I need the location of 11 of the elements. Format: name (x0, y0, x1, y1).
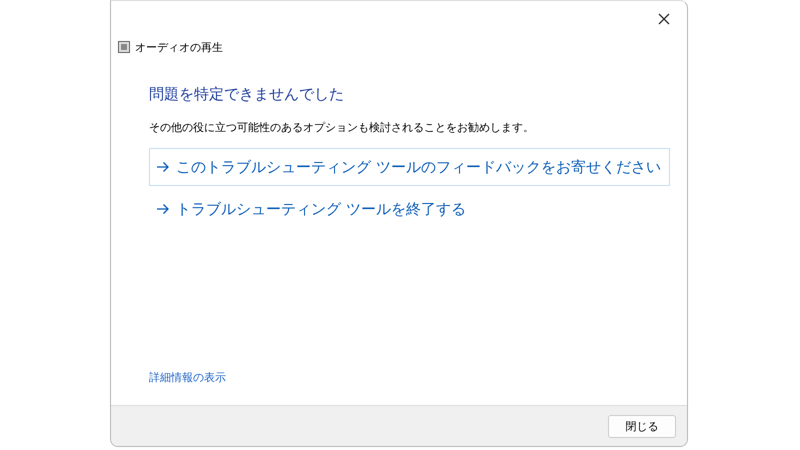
heading: 問題を特定できませんでした (149, 85, 345, 105)
option-link[interactable]: トラブルシューティング ツールを終了する (149, 190, 670, 228)
window-title: オーディオの再生 (135, 40, 223, 54)
close-dialog-button[interactable]: 閉じる (608, 414, 676, 438)
description: その他の役に立つ可能性のあるオプションも検討されることをお勧めします。 (149, 120, 535, 135)
close-icon (658, 13, 670, 25)
option-link[interactable]: このトラブルシューティング ツールのフィードバックをお寄せください (149, 148, 670, 186)
arrow-icon (156, 203, 170, 215)
arrow-icon (156, 161, 170, 173)
details-link[interactable]: 詳細情報の表示 (149, 370, 226, 385)
app-icon (118, 41, 130, 53)
